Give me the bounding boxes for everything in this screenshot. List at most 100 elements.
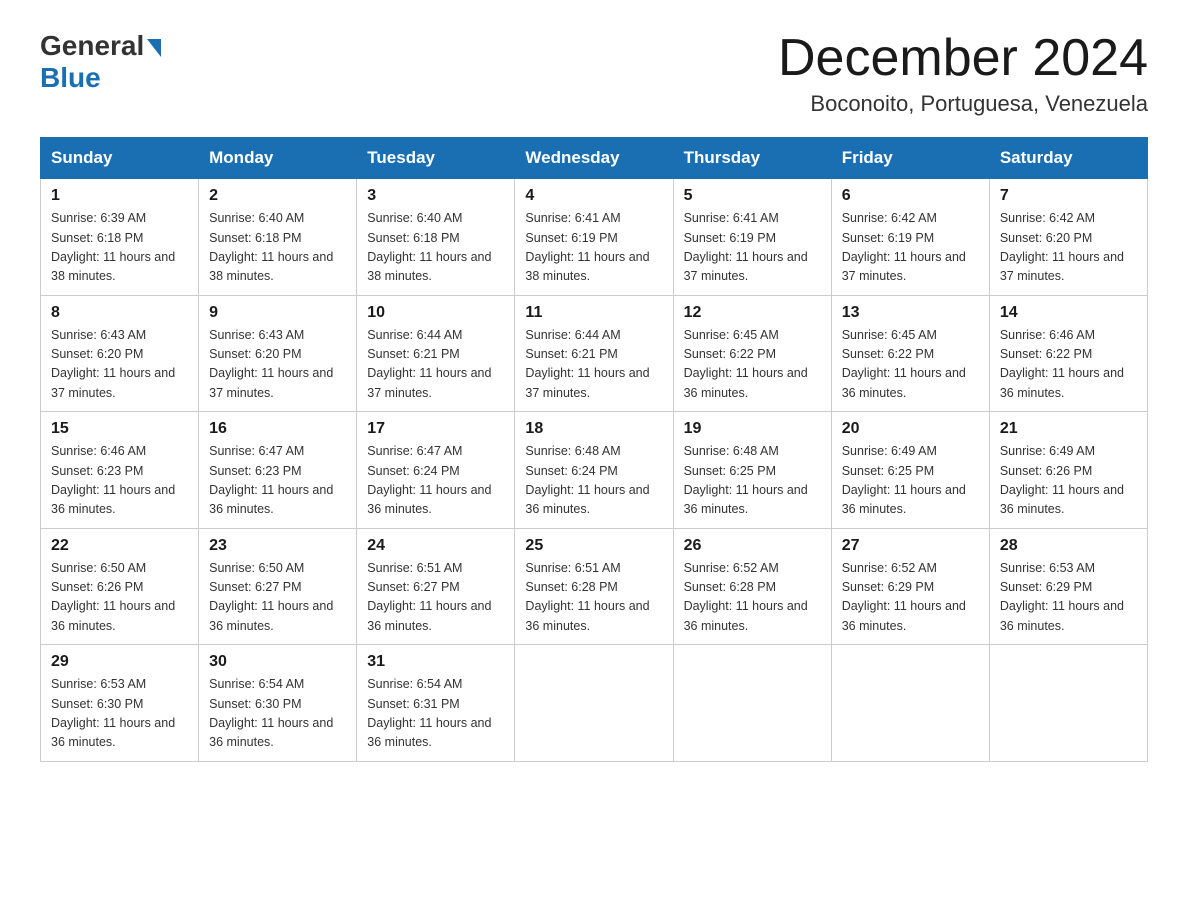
day-info: Sunrise: 6:46 AMSunset: 6:23 PMDaylight:…: [51, 442, 188, 520]
day-info: Sunrise: 6:53 AMSunset: 6:29 PMDaylight:…: [1000, 559, 1137, 637]
calendar-cell: 4 Sunrise: 6:41 AMSunset: 6:19 PMDaylight…: [515, 179, 673, 296]
calendar-cell: 14 Sunrise: 6:46 AMSunset: 6:22 PMDayligh…: [989, 295, 1147, 412]
day-number: 14: [1000, 304, 1137, 322]
location-subtitle: Boconoito, Portuguesa, Venezuela: [778, 91, 1148, 117]
month-title: December 2024: [778, 30, 1148, 87]
day-of-week-header: Monday: [199, 138, 357, 179]
day-of-week-header: Thursday: [673, 138, 831, 179]
day-number: 9: [209, 304, 346, 322]
day-number: 15: [51, 420, 188, 438]
day-info: Sunrise: 6:54 AMSunset: 6:31 PMDaylight:…: [367, 675, 504, 753]
day-number: 6: [842, 187, 979, 205]
calendar-cell: 28Sunrise: 6:53 AMSunset: 6:29 PMDayligh…: [989, 528, 1147, 645]
calendar-cell: 24Sunrise: 6:51 AMSunset: 6:27 PMDayligh…: [357, 528, 515, 645]
day-info: Sunrise: 6:39 AMSunset: 6:18 PMDaylight:…: [51, 209, 188, 287]
calendar-cell: 1 Sunrise: 6:39 AMSunset: 6:18 PMDaylight…: [41, 179, 199, 296]
days-of-week-row: SundayMondayTuesdayWednesdayThursdayFrid…: [41, 138, 1148, 179]
day-number: 30: [209, 653, 346, 671]
day-info: Sunrise: 6:43 AMSunset: 6:20 PMDaylight:…: [51, 326, 188, 404]
day-number: 2: [209, 187, 346, 205]
day-info: Sunrise: 6:44 AMSunset: 6:21 PMDaylight:…: [367, 326, 504, 404]
day-number: 20: [842, 420, 979, 438]
calendar-week-row: 22 Sunrise: 6:50 AMSunset: 6:26 PMDayligh…: [41, 528, 1148, 645]
day-info: Sunrise: 6:47 AMSunset: 6:24 PMDaylight:…: [367, 442, 504, 520]
day-info: Sunrise: 6:45 AMSunset: 6:22 PMDaylight:…: [842, 326, 979, 404]
day-info: Sunrise: 6:46 AMSunset: 6:22 PMDaylight:…: [1000, 326, 1137, 404]
day-info: Sunrise: 6:40 AMSunset: 6:18 PMDaylight:…: [367, 209, 504, 287]
calendar-cell: 8 Sunrise: 6:43 AMSunset: 6:20 PMDaylight…: [41, 295, 199, 412]
day-number: 25: [525, 537, 662, 555]
day-info: Sunrise: 6:52 AMSunset: 6:29 PMDaylight:…: [842, 559, 979, 637]
calendar-cell: [989, 645, 1147, 762]
calendar-cell: 21 Sunrise: 6:49 AMSunset: 6:26 PMDayligh…: [989, 412, 1147, 529]
day-number: 26: [684, 537, 821, 555]
calendar-cell: 18 Sunrise: 6:48 AMSunset: 6:24 PMDayligh…: [515, 412, 673, 529]
day-info: Sunrise: 6:41 AMSunset: 6:19 PMDaylight:…: [525, 209, 662, 287]
calendar-body: 1 Sunrise: 6:39 AMSunset: 6:18 PMDaylight…: [41, 179, 1148, 762]
calendar-cell: 10 Sunrise: 6:44 AMSunset: 6:21 PMDayligh…: [357, 295, 515, 412]
day-number: 16: [209, 420, 346, 438]
day-number: 4: [525, 187, 662, 205]
logo-general-word: General: [40, 30, 144, 62]
day-info: Sunrise: 6:53 AMSunset: 6:30 PMDaylight:…: [51, 675, 188, 753]
day-number: 8: [51, 304, 188, 322]
calendar-week-row: 15 Sunrise: 6:46 AMSunset: 6:23 PMDayligh…: [41, 412, 1148, 529]
calendar-cell: 23 Sunrise: 6:50 AMSunset: 6:27 PMDayligh…: [199, 528, 357, 645]
day-number: 22: [51, 537, 188, 555]
calendar-cell: 27 Sunrise: 6:52 AMSunset: 6:29 PMDayligh…: [831, 528, 989, 645]
day-number: 7: [1000, 187, 1137, 205]
day-info: Sunrise: 6:47 AMSunset: 6:23 PMDaylight:…: [209, 442, 346, 520]
day-number: 23: [209, 537, 346, 555]
day-of-week-header: Sunday: [41, 138, 199, 179]
calendar-cell: 16 Sunrise: 6:47 AMSunset: 6:23 PMDayligh…: [199, 412, 357, 529]
logo-arrow-icon: [147, 39, 161, 57]
calendar-cell: 7 Sunrise: 6:42 AMSunset: 6:20 PMDaylight…: [989, 179, 1147, 296]
day-info: Sunrise: 6:40 AMSunset: 6:18 PMDaylight:…: [209, 209, 346, 287]
day-number: 3: [367, 187, 504, 205]
day-info: Sunrise: 6:48 AMSunset: 6:25 PMDaylight:…: [684, 442, 821, 520]
day-info: Sunrise: 6:50 AMSunset: 6:27 PMDaylight:…: [209, 559, 346, 637]
day-number: 27: [842, 537, 979, 555]
calendar-cell: 25 Sunrise: 6:51 AMSunset: 6:28 PMDayligh…: [515, 528, 673, 645]
day-info: Sunrise: 6:52 AMSunset: 6:28 PMDaylight:…: [684, 559, 821, 637]
calendar-cell: 26 Sunrise: 6:52 AMSunset: 6:28 PMDayligh…: [673, 528, 831, 645]
day-info: Sunrise: 6:42 AMSunset: 6:20 PMDaylight:…: [1000, 209, 1137, 287]
day-info: Sunrise: 6:50 AMSunset: 6:26 PMDaylight:…: [51, 559, 188, 637]
day-info: Sunrise: 6:49 AMSunset: 6:26 PMDaylight:…: [1000, 442, 1137, 520]
day-info: Sunrise: 6:41 AMSunset: 6:19 PMDaylight:…: [684, 209, 821, 287]
day-info: Sunrise: 6:44 AMSunset: 6:21 PMDaylight:…: [525, 326, 662, 404]
day-number: 10: [367, 304, 504, 322]
day-number: 11: [525, 304, 662, 322]
calendar-week-row: 29 Sunrise: 6:53 AMSunset: 6:30 PMDayligh…: [41, 645, 1148, 762]
day-info: Sunrise: 6:45 AMSunset: 6:22 PMDaylight:…: [684, 326, 821, 404]
calendar-cell: 29 Sunrise: 6:53 AMSunset: 6:30 PMDayligh…: [41, 645, 199, 762]
day-number: 29: [51, 653, 188, 671]
calendar-cell: [673, 645, 831, 762]
day-of-week-header: Friday: [831, 138, 989, 179]
day-number: 21: [1000, 420, 1137, 438]
calendar-table: SundayMondayTuesdayWednesdayThursdayFrid…: [40, 137, 1148, 762]
day-number: 31: [367, 653, 504, 671]
day-number: 1: [51, 187, 188, 205]
calendar-cell: 20Sunrise: 6:49 AMSunset: 6:25 PMDayligh…: [831, 412, 989, 529]
page-header: General Blue December 2024 Boconoito, Po…: [40, 30, 1148, 117]
calendar-cell: 15 Sunrise: 6:46 AMSunset: 6:23 PMDayligh…: [41, 412, 199, 529]
day-info: Sunrise: 6:48 AMSunset: 6:24 PMDaylight:…: [525, 442, 662, 520]
calendar-week-row: 8 Sunrise: 6:43 AMSunset: 6:20 PMDaylight…: [41, 295, 1148, 412]
calendar-cell: 22 Sunrise: 6:50 AMSunset: 6:26 PMDayligh…: [41, 528, 199, 645]
day-of-week-header: Saturday: [989, 138, 1147, 179]
day-number: 12: [684, 304, 821, 322]
calendar-header: SundayMondayTuesdayWednesdayThursdayFrid…: [41, 138, 1148, 179]
calendar-cell: [515, 645, 673, 762]
day-number: 18: [525, 420, 662, 438]
day-number: 17: [367, 420, 504, 438]
calendar-week-row: 1 Sunrise: 6:39 AMSunset: 6:18 PMDaylight…: [41, 179, 1148, 296]
calendar-cell: 11 Sunrise: 6:44 AMSunset: 6:21 PMDayligh…: [515, 295, 673, 412]
day-info: Sunrise: 6:51 AMSunset: 6:27 PMDaylight:…: [367, 559, 504, 637]
day-of-week-header: Tuesday: [357, 138, 515, 179]
logo-blue-text: Blue: [40, 62, 101, 94]
day-info: Sunrise: 6:51 AMSunset: 6:28 PMDaylight:…: [525, 559, 662, 637]
day-number: 5: [684, 187, 821, 205]
logo-general-text: General: [40, 30, 161, 62]
calendar-cell: [831, 645, 989, 762]
